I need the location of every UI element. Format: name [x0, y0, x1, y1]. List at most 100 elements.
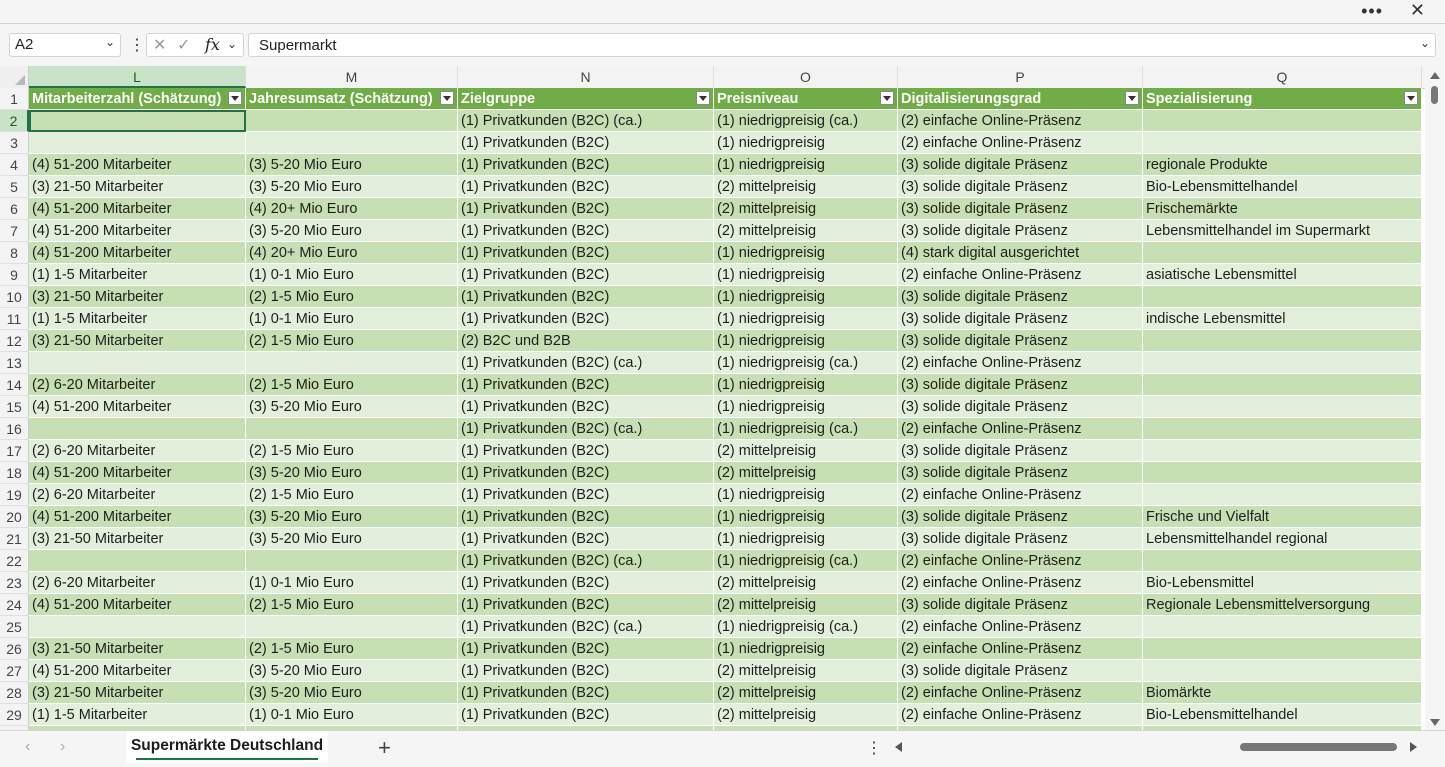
table-cell[interactable]: (3) 5-20 Mio Euro	[246, 528, 458, 550]
row-number[interactable]: 22	[0, 550, 29, 572]
table-cell[interactable]: (3) solide digitale Präsenz	[898, 528, 1143, 550]
table-cell[interactable]	[246, 110, 458, 132]
table-cell[interactable]: (4) stark digital ausgerichtet	[898, 242, 1143, 264]
table-cell[interactable]: (1) Privatkunden (B2C)	[458, 506, 714, 528]
row-number[interactable]: 11	[0, 308, 29, 330]
table-cell[interactable]: (2) mittelpreisig	[714, 440, 898, 462]
table-cell[interactable]: (4) 51-200 Mitarbeiter	[29, 242, 246, 264]
select-all-corner[interactable]	[0, 66, 29, 88]
table-cell[interactable]: Lebensmittelhandel im Supermarkt	[1143, 220, 1422, 242]
row-number[interactable]: 15	[0, 396, 29, 418]
table-cell[interactable]: (4) 51-200 Mitarbeiter	[29, 462, 246, 484]
table-cell[interactable]: asiatische Lebensmittel	[1143, 264, 1422, 286]
table-cell[interactable]	[1143, 374, 1422, 396]
row-number[interactable]: 14	[0, 374, 29, 396]
table-cell[interactable]	[1143, 242, 1422, 264]
table-cell[interactable]: (1) niedrigpreisig	[714, 528, 898, 550]
next-sheet-icon[interactable]: ›	[60, 738, 65, 756]
table-cell[interactable]: (1) niedrigpreisig	[714, 132, 898, 154]
table-cell[interactable]: (1) Privatkunden (B2C)	[458, 176, 714, 198]
table-cell[interactable]: (2) mittelpreisig	[714, 682, 898, 704]
table-cell[interactable]: (2) mittelpreisig	[714, 572, 898, 594]
row-number[interactable]: 1	[0, 88, 29, 110]
column-header-m[interactable]: M	[246, 66, 458, 88]
spreadsheet-grid[interactable]: LMNOPQ 1 Mitarbeiterzahl (Schätzung) Jahr…	[0, 66, 1425, 730]
table-cell[interactable]	[29, 110, 246, 132]
plus-icon[interactable]: +	[378, 735, 391, 761]
table-cell[interactable]: (1) Privatkunden (B2C)	[458, 264, 714, 286]
table-cell[interactable]: (1) Privatkunden (B2C)	[458, 396, 714, 418]
table-cell[interactable]: (1) niedrigpreisig	[714, 638, 898, 660]
row-number[interactable]: 5	[0, 176, 29, 198]
row-number[interactable]: 4	[0, 154, 29, 176]
cancel-icon[interactable]: ✕	[153, 35, 166, 55]
table-header-cell[interactable]: Zielgruppe	[458, 88, 714, 110]
row-number[interactable]: 20	[0, 506, 29, 528]
more-options-icon[interactable]: •••	[1361, 1, 1383, 22]
table-cell[interactable]: (2) 1-5 Mio Euro	[246, 638, 458, 660]
sheet-tab-supermaerkte[interactable]: Supermärkte Deutschland	[126, 731, 328, 763]
table-cell[interactable]: regionale Produkte	[1143, 154, 1422, 176]
row-number[interactable]: 7	[0, 220, 29, 242]
row-number[interactable]: 26	[0, 638, 29, 660]
table-cell[interactable]: (4) 51-200 Mitarbeiter	[29, 220, 246, 242]
table-cell[interactable]: (2) einfache Online-Präsenz	[898, 550, 1143, 572]
table-cell[interactable]: (3) 21-50 Mitarbeiter	[29, 176, 246, 198]
table-cell[interactable]: (3) solide digitale Präsenz	[898, 440, 1143, 462]
table-cell[interactable]: (1) niedrigpreisig	[714, 154, 898, 176]
table-cell[interactable]: (1) 1-5 Mitarbeiter	[29, 308, 246, 330]
column-header-n[interactable]: N	[458, 66, 714, 88]
table-cell[interactable]: (2) 1-5 Mio Euro	[246, 484, 458, 506]
table-cell[interactable]	[1143, 132, 1422, 154]
table-cell[interactable]	[29, 132, 246, 154]
table-cell[interactable]: (1) Privatkunden (B2C)	[458, 154, 714, 176]
row-number[interactable]: 25	[0, 616, 29, 638]
table-cell[interactable]: (3) solide digitale Präsenz	[898, 176, 1143, 198]
row-number[interactable]: 24	[0, 594, 29, 616]
table-cell[interactable]: (1) niedrigpreisig	[714, 264, 898, 286]
table-cell[interactable]: (1) niedrigpreisig	[714, 396, 898, 418]
table-cell[interactable]	[1143, 484, 1422, 506]
table-cell[interactable]: (2) 6-20 Mitarbeiter	[29, 440, 246, 462]
table-cell[interactable]: (2) einfache Online-Präsenz	[898, 638, 1143, 660]
chevron-down-icon[interactable]: ⌄	[227, 37, 237, 51]
table-header-cell[interactable]: Jahresumsatz (Schätzung)	[246, 88, 458, 110]
table-cell[interactable]: (3) 5-20 Mio Euro	[246, 506, 458, 528]
row-number[interactable]: 28	[0, 682, 29, 704]
table-cell[interactable]	[1143, 616, 1422, 638]
table-cell[interactable]: (1) Privatkunden (B2C)	[458, 308, 714, 330]
table-cell[interactable]: (1) Privatkunden (B2C)	[458, 660, 714, 682]
table-cell[interactable]: (1) Privatkunden (B2C)	[458, 638, 714, 660]
table-cell[interactable]: (4) 51-200 Mitarbeiter	[29, 396, 246, 418]
table-cell[interactable]: (2) 1-5 Mio Euro	[246, 330, 458, 352]
table-cell[interactable]: (3) solide digitale Präsenz	[898, 286, 1143, 308]
table-cell[interactable]: (1) 1-5 Mitarbeiter	[29, 704, 246, 726]
scroll-down-icon[interactable]	[1430, 719, 1440, 726]
table-cell[interactable]: (1) Privatkunden (B2C)	[458, 220, 714, 242]
table-cell[interactable]: (2) 1-5 Mio Euro	[246, 286, 458, 308]
table-cell[interactable]: (4) 51-200 Mitarbeiter	[29, 154, 246, 176]
table-cell[interactable]	[29, 352, 246, 374]
row-number[interactable]: 8	[0, 242, 29, 264]
table-cell[interactable]: (1) niedrigpreisig	[714, 242, 898, 264]
table-cell[interactable]: (1) Privatkunden (B2C)	[458, 704, 714, 726]
table-cell[interactable]: (1) Privatkunden (B2C)	[458, 286, 714, 308]
table-cell[interactable]: (1) niedrigpreisig	[714, 374, 898, 396]
filter-dropdown-icon[interactable]	[1404, 91, 1418, 105]
table-cell[interactable]: (1) 0-1 Mio Euro	[246, 572, 458, 594]
table-cell[interactable]: (2) einfache Online-Präsenz	[898, 110, 1143, 132]
table-cell[interactable]	[1143, 638, 1422, 660]
scroll-left-icon[interactable]	[895, 742, 902, 752]
table-cell[interactable]: (1) niedrigpreisig	[714, 308, 898, 330]
table-cell[interactable]: (4) 51-200 Mitarbeiter	[29, 198, 246, 220]
table-cell[interactable]: (4) 20+ Mio Euro	[246, 242, 458, 264]
row-number[interactable]: 29	[0, 704, 29, 726]
table-cell[interactable]: (2) einfache Online-Präsenz	[898, 418, 1143, 440]
function-icon[interactable]: fx	[205, 35, 220, 54]
table-cell[interactable]: (3) solide digitale Präsenz	[898, 660, 1143, 682]
table-cell[interactable]: Lebensmittelhandel regional	[1143, 528, 1422, 550]
row-number[interactable]: 27	[0, 660, 29, 682]
table-cell[interactable]: (2) 1-5 Mio Euro	[246, 374, 458, 396]
table-cell[interactable]: (2) mittelpreisig	[714, 198, 898, 220]
table-header-cell[interactable]: Mitarbeiterzahl (Schätzung)	[29, 88, 246, 110]
